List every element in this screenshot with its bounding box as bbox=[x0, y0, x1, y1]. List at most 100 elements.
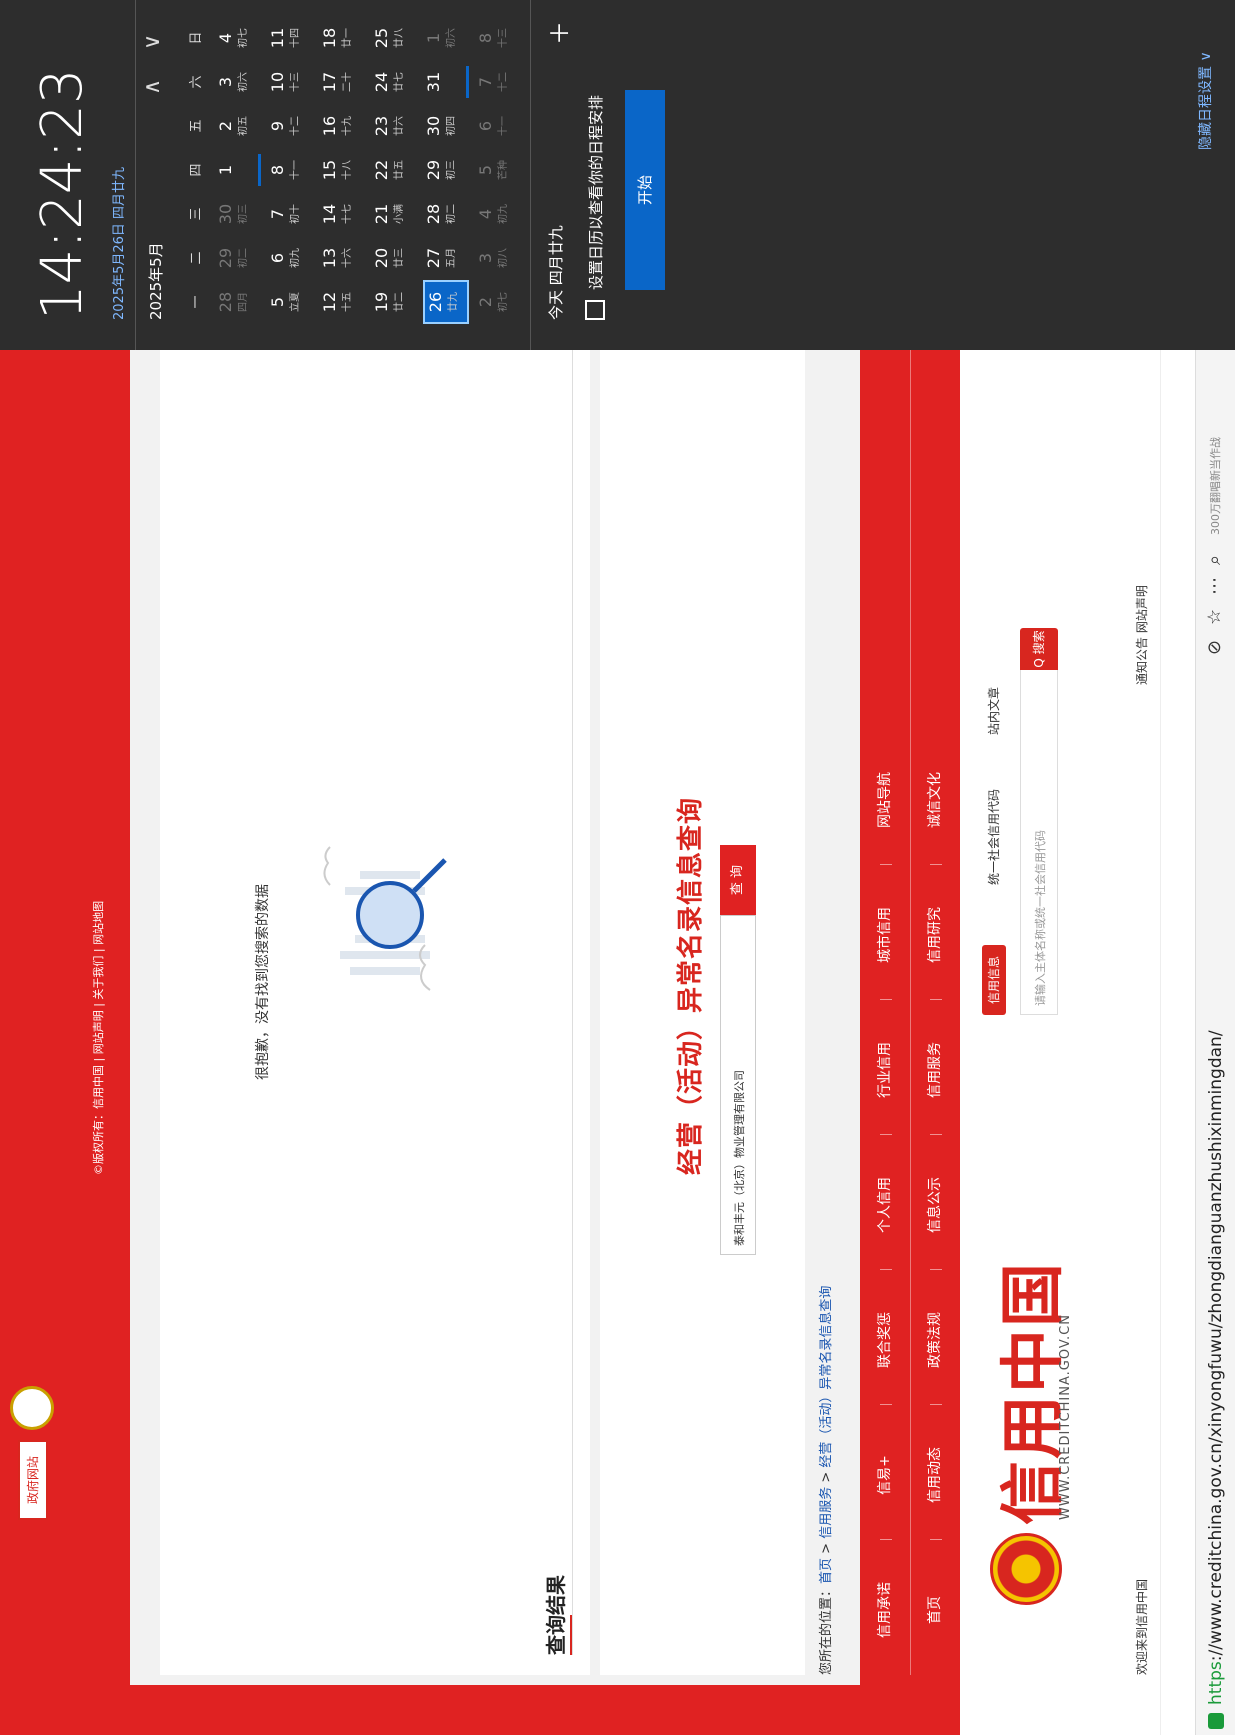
nav-item-nav_row2-1[interactable]: 信易+ bbox=[860, 1410, 910, 1540]
nav-separator bbox=[880, 1134, 892, 1135]
lunar-date: 十三 bbox=[498, 28, 509, 48]
query-button[interactable]: 查 询 bbox=[720, 845, 756, 915]
star-icon[interactable]: ☆ bbox=[1204, 609, 1225, 625]
breadcrumb-home[interactable]: 首页 bbox=[819, 1558, 834, 1584]
nav-item-nav_row2-4[interactable]: 行业信用 bbox=[860, 1005, 910, 1135]
gov-site-badge[interactable]: 政府网站 bbox=[18, 1440, 48, 1520]
search-hint[interactable]: 300万翻唱新当作战 bbox=[1206, 437, 1226, 535]
prev-month-icon[interactable]: ∧ bbox=[140, 79, 165, 95]
calendar-day[interactable]: 13 十六 bbox=[319, 236, 365, 280]
calendar-day[interactable]: 3 初六 bbox=[215, 60, 261, 104]
calendar-day[interactable]: 22 廿五 bbox=[371, 148, 417, 192]
calendar-day[interactable]: 9 十二 bbox=[267, 104, 313, 148]
nav-separator bbox=[880, 999, 892, 1000]
company-name-input[interactable]: 泰和丰元（北京）物业管理有限公司 bbox=[720, 915, 756, 1255]
top-links[interactable]: 通知公告 网站声明 bbox=[1133, 585, 1150, 685]
day-number: 27 bbox=[424, 247, 443, 269]
breadcrumb-service[interactable]: 信用服务 bbox=[819, 1487, 834, 1539]
nav-item-nav_row1-1[interactable]: 信用动态 bbox=[910, 1410, 960, 1540]
calendar-day[interactable]: 27 五月 bbox=[423, 236, 469, 280]
calendar-day[interactable]: 5 立夏 bbox=[267, 280, 313, 324]
hide-agenda-link[interactable]: 隐藏日程设置 ∨ bbox=[1195, 51, 1215, 150]
calendar-day[interactable]: 4 初七 bbox=[215, 16, 261, 60]
nav-item-nav_row1-3[interactable]: 信息公示 bbox=[910, 1140, 960, 1270]
search-tab-credit-code[interactable]: 统一社会信用代码 bbox=[985, 789, 1002, 885]
calendar-day[interactable]: 17 二十 bbox=[319, 60, 365, 104]
zoom-icon[interactable]: ⊘ bbox=[1204, 640, 1225, 655]
police-emblem-icon[interactable] bbox=[10, 1386, 54, 1430]
nav-item-nav_row1-6[interactable]: 诚信文化 bbox=[910, 735, 960, 865]
more-icon[interactable]: ⋯ bbox=[1204, 577, 1225, 595]
calendar-day[interactable]: 7 初十 bbox=[267, 192, 313, 236]
calendar-day[interactable]: 1 初六 bbox=[423, 16, 469, 60]
day-number: 10 bbox=[268, 71, 287, 93]
nav-separator bbox=[880, 1404, 892, 1405]
calendar-day[interactable]: 11 十四 bbox=[267, 16, 313, 60]
calendar-day[interactable]: 4 初九 bbox=[475, 192, 521, 236]
calendar-day[interactable]: 10 十三 bbox=[267, 60, 313, 104]
calendar-day[interactable]: 15 十八 bbox=[319, 148, 365, 192]
nav-item-nav_row1-2[interactable]: 政策法规 bbox=[910, 1275, 960, 1405]
calendar-day[interactable]: 6 十一 bbox=[475, 104, 521, 148]
day-number: 31 bbox=[424, 71, 443, 93]
calendar-day[interactable]: 26 廿九 bbox=[423, 280, 469, 324]
day-number: 14 bbox=[320, 203, 339, 225]
lunar-date: 廿五 bbox=[394, 160, 405, 180]
url-field[interactable]: https://www.creditchina.gov.cn/xinyongfu… bbox=[1206, 1030, 1226, 1705]
nav-item-nav_row2-2[interactable]: 联合奖惩 bbox=[860, 1275, 910, 1405]
lunar-date: 十一 bbox=[498, 116, 509, 136]
nav-separator bbox=[880, 864, 892, 865]
calendar-month[interactable]: 2025年5月 bbox=[145, 242, 166, 320]
calendar-day[interactable]: 28 四月 bbox=[215, 280, 261, 324]
nav-item-nav_row2-3[interactable]: 个人信用 bbox=[860, 1140, 910, 1270]
calendar-day[interactable]: 19 廿二 bbox=[371, 280, 417, 324]
day-number: 2 bbox=[476, 296, 495, 308]
nav-item-nav_row2-0[interactable]: 信用承诺 bbox=[860, 1545, 910, 1675]
calendar-day[interactable]: 18 廿一 bbox=[319, 16, 365, 60]
start-button[interactable]: 开始 bbox=[625, 90, 665, 290]
calendar-day[interactable]: 8 十一 bbox=[267, 148, 313, 192]
calendar-day[interactable]: 2 初五 bbox=[215, 104, 261, 148]
calendar-day[interactable]: 7 十二 bbox=[475, 60, 521, 104]
calendar-day[interactable]: 16 十九 bbox=[319, 104, 365, 148]
site-search-button[interactable]: Q 搜索 bbox=[1020, 628, 1058, 670]
calendar-day[interactable]: 8 十三 bbox=[475, 16, 521, 60]
calendar-day[interactable]: 6 初九 bbox=[267, 236, 313, 280]
calendar-day[interactable]: 30 初四 bbox=[423, 104, 469, 148]
calendar-day[interactable]: 14 十七 bbox=[319, 192, 365, 236]
nav-item-nav_row1-4[interactable]: 信用服务 bbox=[910, 1005, 960, 1135]
calendar-day[interactable]: 20 廿三 bbox=[371, 236, 417, 280]
search-tab-credit-info[interactable]: 信用信息 bbox=[982, 945, 1006, 1015]
calendar-day[interactable]: 28 初二 bbox=[423, 192, 469, 236]
calendar-day[interactable]: 21 小满 bbox=[371, 192, 417, 236]
nav-item-nav_row1-0[interactable]: 首页 bbox=[910, 1545, 960, 1675]
day-number: 11 bbox=[268, 27, 287, 49]
calendar-day[interactable]: 29 初二 bbox=[215, 236, 261, 280]
nav-item-nav_row1-5[interactable]: 信用研究 bbox=[910, 870, 960, 1000]
calendar-day[interactable]: 25 廿八 bbox=[371, 16, 417, 60]
search-icon[interactable]: ⌕ bbox=[1204, 555, 1225, 565]
calendar-day[interactable]: 24 廿七 bbox=[371, 60, 417, 104]
calendar-day[interactable]: 1 bbox=[215, 148, 261, 192]
calendar-day[interactable]: 29 初三 bbox=[423, 148, 469, 192]
lunar-date: 十二 bbox=[498, 72, 509, 92]
next-month-icon[interactable]: ∨ bbox=[140, 34, 165, 50]
nav-item-nav_row2-5[interactable]: 城市信用 bbox=[860, 870, 910, 1000]
calendar-day[interactable]: 5 芒种 bbox=[475, 148, 521, 192]
add-event-icon[interactable]: ＋ bbox=[540, 21, 575, 45]
day-number: 13 bbox=[320, 247, 339, 269]
calendar-day[interactable]: 23 廿六 bbox=[371, 104, 417, 148]
calendar-day[interactable]: 12 十五 bbox=[319, 280, 365, 324]
calendar-day[interactable]: 30 初三 bbox=[215, 192, 261, 236]
search-tab-articles[interactable]: 站内文章 bbox=[985, 687, 1002, 735]
flyout-date[interactable]: 2025年5月26日 四月廿九 bbox=[108, 167, 127, 320]
calendar-day[interactable]: 2 初七 bbox=[475, 280, 521, 324]
calendar-day[interactable]: 3 初八 bbox=[475, 236, 521, 280]
breadcrumb-current[interactable]: 经营（活动）异常名录信息查询 bbox=[819, 1286, 834, 1468]
calendar-day[interactable]: 31 bbox=[423, 60, 469, 104]
nav-item-nav_row2-6[interactable]: 网站导航 bbox=[860, 735, 910, 865]
lunar-date: 初四 bbox=[446, 116, 457, 136]
flyout-divider bbox=[530, 0, 531, 350]
day-number: 23 bbox=[372, 115, 391, 137]
site-search-input[interactable]: 请输入主体名称或统一社会信用代码 bbox=[1020, 670, 1058, 1015]
